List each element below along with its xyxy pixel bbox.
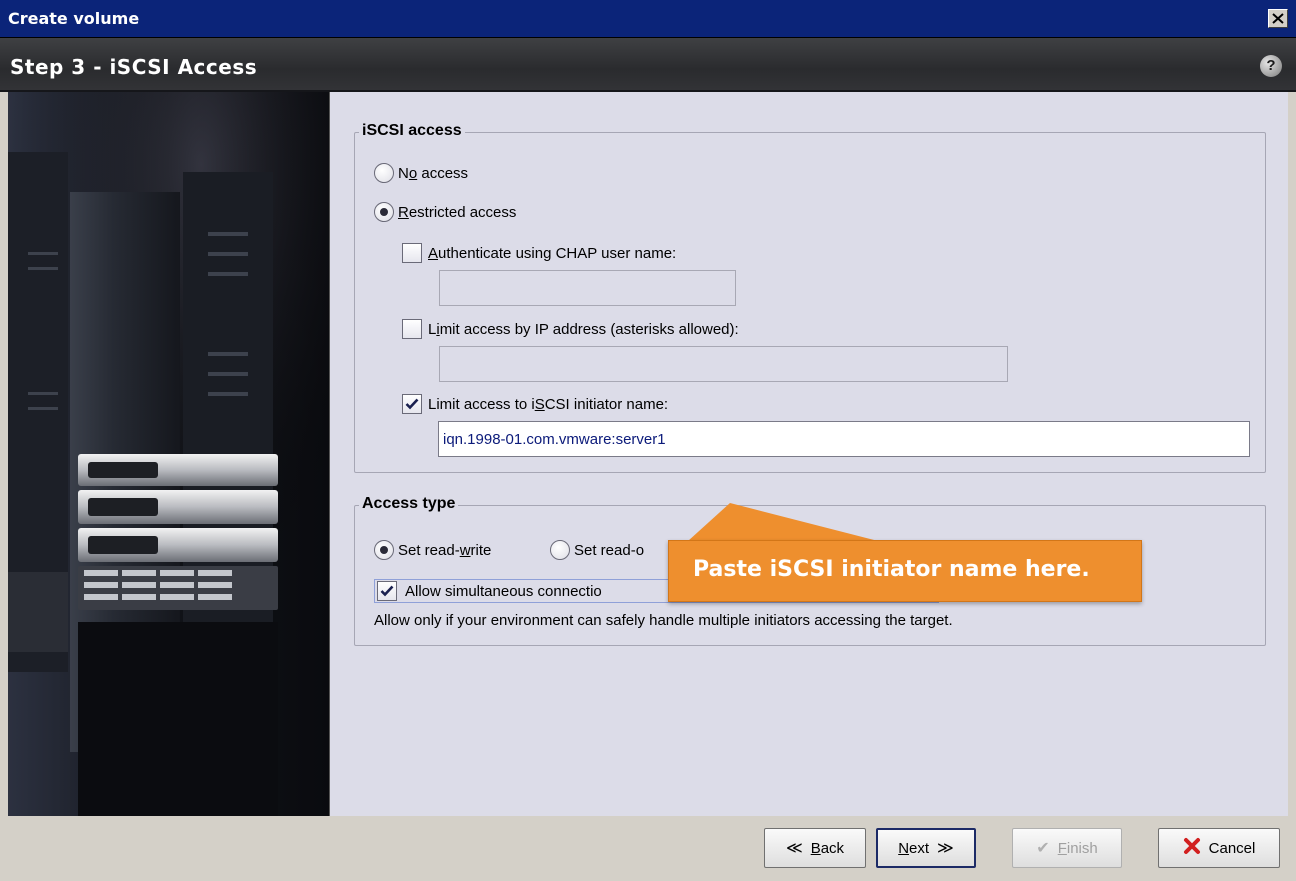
window-title: Create volume — [8, 9, 140, 28]
double-chevron-right-icon: ≫ — [937, 840, 954, 857]
back-button-label: Back — [810, 839, 845, 857]
iscsi-access-legend: iSCSI access — [359, 122, 465, 140]
chap-checkbox[interactable]: Authenticate using CHAP user name: — [402, 243, 676, 263]
no-access-radio-circle[interactable] — [374, 163, 394, 183]
back-button[interactable]: ≪ Back — [764, 828, 866, 868]
cancel-button-label: Cancel — [1208, 839, 1256, 857]
radio-selected-dot — [380, 546, 388, 554]
no-access-radio[interactable]: No access — [374, 163, 468, 183]
ip-checkbox-box[interactable] — [402, 319, 422, 339]
read-only-label: Set read-o — [574, 541, 645, 559]
ip-checkbox[interactable]: Limit access by IP address (asterisks al… — [402, 319, 739, 339]
window-title-bar: Create volume — [0, 0, 1296, 38]
read-only-radio[interactable]: Set read-o — [550, 540, 644, 560]
cancel-button[interactable]: Cancel — [1158, 828, 1280, 868]
restricted-access-label: Restricted access — [398, 203, 517, 221]
restricted-access-radio-circle[interactable] — [374, 202, 394, 222]
initiator-name-field[interactable]: iqn.1998-01.com.vmware:server1 — [438, 421, 1250, 457]
callout-pointer — [688, 503, 878, 541]
simultaneous-note: Allow only if your environment can safel… — [374, 612, 953, 629]
next-button[interactable]: Next ≫ — [876, 828, 976, 868]
initiator-checkbox-box[interactable] — [402, 394, 422, 414]
red-x-icon — [1183, 837, 1201, 860]
close-icon — [1272, 13, 1284, 24]
finish-button-label: Finish — [1057, 839, 1098, 857]
chap-checkbox-box[interactable] — [402, 243, 422, 263]
callout-text: Paste iSCSI initiator name here. — [693, 557, 1090, 582]
radio-selected-dot — [380, 208, 388, 216]
ip-label: Limit access by IP address (asterisks al… — [428, 320, 739, 338]
read-write-radio[interactable]: Set read-write — [374, 540, 491, 560]
server-rack-illustration — [8, 92, 329, 816]
no-access-label: No access — [398, 164, 469, 182]
storage-array-image — [8, 92, 330, 816]
chap-username-field[interactable] — [439, 270, 736, 306]
checkmark-icon — [380, 585, 394, 597]
checkmark-icon — [405, 398, 419, 410]
double-chevron-left-icon: ≪ — [785, 840, 803, 857]
wizard-content: iSCSI access No access Restricted access… — [330, 92, 1288, 816]
wizard-footer: ≪ Back Next ≫ ✔ Finish Cancel — [0, 816, 1296, 881]
ip-address-field[interactable] — [439, 346, 1008, 382]
initiator-checkbox[interactable]: Limit access to iSCSI initiator name: — [402, 394, 668, 414]
callout-annotation: Paste iSCSI initiator name here. — [668, 540, 1142, 602]
restricted-access-radio[interactable]: Restricted access — [374, 202, 516, 222]
access-type-legend: Access type — [359, 495, 459, 513]
step-header: Step 3 - iSCSI Access ? — [0, 38, 1296, 92]
read-only-radio-circle[interactable] — [550, 540, 570, 560]
simultaneous-label: Allow simultaneous connectio — [405, 582, 602, 600]
initiator-label: Limit access to iSCSI initiator name: — [428, 395, 669, 413]
step-title: Step 3 - iSCSI Access — [10, 55, 258, 79]
read-write-label: Set read-write — [398, 541, 492, 559]
checkmark-icon: ✔ — [1036, 840, 1050, 857]
close-button[interactable] — [1268, 9, 1288, 28]
help-icon[interactable]: ? — [1260, 55, 1282, 77]
finish-button[interactable]: ✔ Finish — [1012, 828, 1122, 868]
simultaneous-checkbox-box[interactable] — [377, 581, 397, 601]
read-write-radio-circle[interactable] — [374, 540, 394, 560]
chap-label: Authenticate using CHAP user name: — [428, 244, 677, 262]
next-button-label: Next — [898, 839, 930, 857]
